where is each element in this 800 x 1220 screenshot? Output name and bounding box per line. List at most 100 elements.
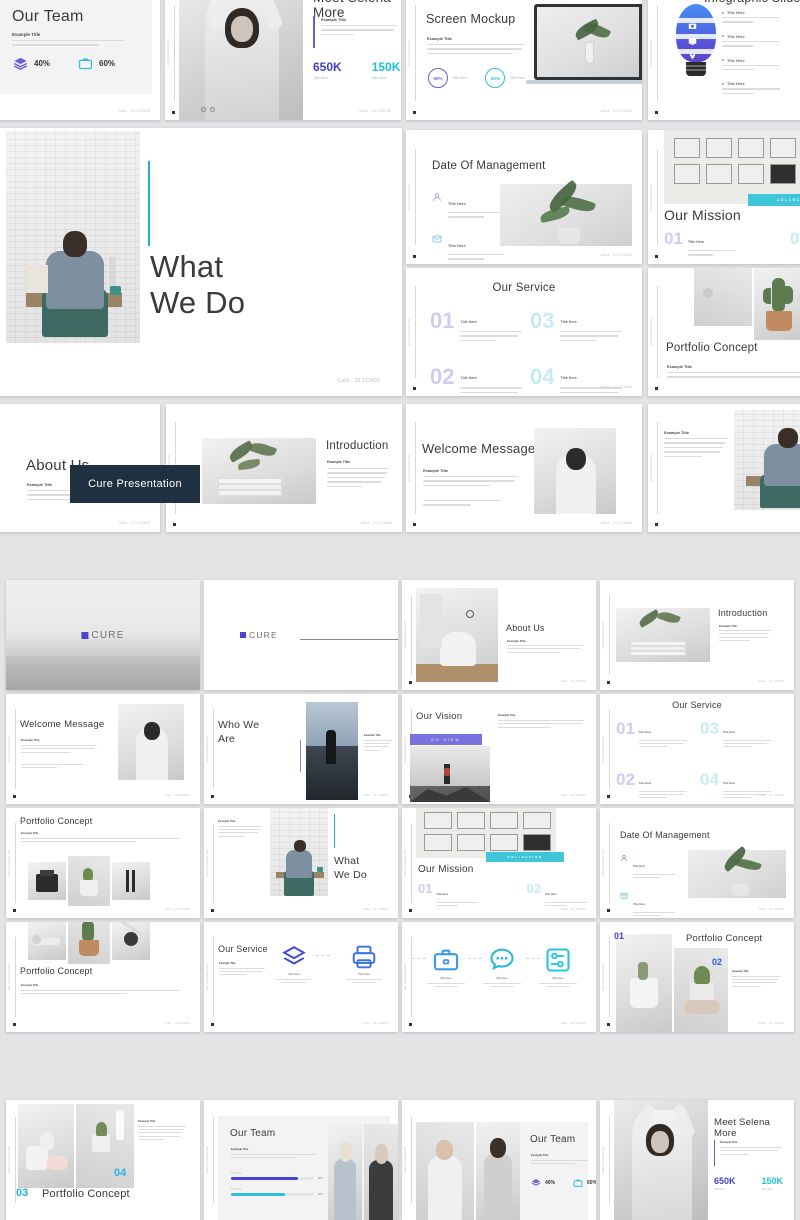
slide-subtitle: Example Title [21,832,39,835]
slide-subtitle: Example Title [719,624,737,628]
progress-bars: Title Here 80% Title Here 65% [231,1172,323,1196]
slide-footer: Calls - 22 123456 [600,521,632,525]
slide-welcome-message-top[interactable]: www.yourdomain.com Welcome Message Examp… [406,404,642,532]
slide-subtitle: Example Title [321,17,347,22]
slide-meet-selena-more[interactable]: www.yourdomain.com Meet Selena More Exam… [165,0,401,120]
stat-value: 40% [545,1180,556,1186]
slide-who-we-are[interactable]: www.yourdomain.com Who We Are Example Ti… [204,694,398,804]
slide-title-line1: What [150,249,224,284]
side-note: www.yourdomain.com [8,735,11,763]
slide-our-team[interactable]: Our Team Example Title 40% 60% Calls - 2… [0,0,160,120]
slide-subtitle: Example Title [27,482,53,487]
bottom-showcase-section: www.yourdomain.com 03 04 Portfolio Conce… [0,1080,800,1220]
slide-footer: Calls - 22 123456 [118,521,150,525]
slide-our-service[interactable]: www.yourdomain.com Our Service 01 Title H… [406,268,642,396]
go-view-button[interactable]: GO VIEW [410,734,482,745]
slide-infographic[interactable]: www.yourdomain.com Infographic Slide [648,0,800,120]
slide-footer: Calls - 22 123456 [164,793,190,797]
number: 02 [616,769,635,789]
number-label: Title Here [722,731,736,734]
infographic-items: Title Here Title Here Title Here Title H… [722,10,780,97]
number: 03 [16,1187,29,1199]
number: 04 [114,1167,127,1179]
number-label: Title Here [544,893,557,896]
item-label: Title Here [727,81,745,87]
slide-portfolio-concept-0102[interactable]: www.yourdomain.com 01 02 Portfolio Conce… [600,922,794,1032]
side-note: www.yourdomain.com [408,454,411,482]
slide-title: About Us [506,623,545,633]
slide-meet-selena-more-bottom[interactable]: www.yourdomain.com Meet Selena More Exam… [600,1100,794,1220]
slide-title: Our Mission [664,207,741,223]
slide-footer: Calls - 22 123456 [164,907,190,911]
number: 03 [530,308,555,333]
overlay-badge: Cure Presentation [70,465,200,503]
stat-value: 150K [371,60,401,74]
number: 02 [789,229,800,248]
slide-cover[interactable]: CURE [6,580,200,690]
slide-introduction-top[interactable]: www.yourdomain.com Introduction Example … [166,404,402,532]
slide-our-mission-grid[interactable]: www.yourdomain.com COLLECTION Our Missio… [402,808,596,918]
number-label: Title Here [638,781,652,785]
slide-date-of-management-grid[interactable]: www.yourdomain.com Date Of Management Ti… [600,808,794,918]
slide-footer: Calls - 22 123456 [164,1021,190,1025]
item-label: Title Here [288,973,300,976]
slide-about-us[interactable]: www.yourdomain.com About Us Example Titl… [402,580,596,690]
ring-label: Title Here [452,76,468,80]
service-item: Title Here [479,946,525,987]
slide-our-service-numbers[interactable]: www.yourdomain.com Our Service 01 Title H… [600,694,794,804]
slide-portfolio-concept-bottom[interactable]: www.yourdomain.com Portfolio Concept Exa… [6,922,200,1032]
info-rows: Title Here Title Here [432,192,504,263]
slide-our-team-bars[interactable]: www.yourdomain.com Our Team Example Titl… [204,1100,398,1220]
slide-footer: Calls - 22 123456 [362,793,388,797]
body-copy [12,40,124,49]
slide-our-team-stats[interactable]: www.yourdomain.com Our Team Example Titl… [402,1100,596,1220]
slide-title: Our Team [12,8,84,25]
bulb-infographic [674,4,718,84]
slide-title: Our Team [530,1134,576,1145]
slide-subtitle: Example Title [498,714,516,717]
item-label: Title Here [727,33,745,39]
slide-title-line2: We Do [334,869,367,881]
slide-what-we-do-grid[interactable]: www.yourdomain.com Example Title What We… [204,808,398,918]
side-note: www.yourdomain.com [206,849,209,877]
side-note: www.yourdomain.com [650,454,653,482]
side-note: www.yourdomain.com [404,735,407,763]
number-label: Title Here [560,320,577,324]
number: 04 [700,769,719,789]
slide-portfolio-concept-0304[interactable]: www.yourdomain.com 03 04 Portfolio Conce… [6,1100,200,1220]
slide-our-service-icons2[interactable]: www.yourdomain.com Our Service Example T… [204,922,398,1032]
slide-title: Our Mission [418,864,474,875]
slide-title: Portfolio Concept [20,966,93,976]
slide-title-logo[interactable]: CURE [204,580,398,690]
slide-date-of-management[interactable]: www.yourdomain.com Date Of Management Ti… [406,130,642,264]
slide-welcome-message[interactable]: www.yourdomain.com Welcome Message Examp… [6,694,200,804]
side-note: www.yourdomain.com [602,621,605,649]
slide-footer: Calls - 22 123456 [359,109,391,113]
slide-our-service-icons3[interactable]: www.yourdomain.com Title Here Title Here [402,922,596,1032]
slide-what-we-do[interactable]: What We Do Calls - 22 123456 [0,128,402,396]
numbers-row: 01 Title Here 02 Title Here [664,230,800,259]
slide-title-line1: What [334,855,360,867]
slide-portfolio-concept-3up[interactable]: www.yourdomain.com Portfolio Concept Exa… [6,808,200,918]
body-copy [427,44,525,57]
laptop-base [526,80,642,84]
layers-icon [531,1179,541,1186]
slide-introduction[interactable]: www.yourdomain.com Introduction Example … [600,580,794,690]
service-item: Title Here [274,944,314,983]
photo-woman [534,428,616,514]
stats-row: 650K Title Here 150K Title Here [313,60,400,80]
slide-our-vision[interactable]: www.yourdomain.com Our Vision GO VIEW Ex… [402,694,596,804]
slide-title: Welcome Message [20,719,105,730]
slide-portfolio-concept-top[interactable]: www.yourdomain.com Portfolio Concept Exa… [648,268,800,396]
slide-title: Date Of Management [620,830,710,840]
service-item: Title Here [535,946,581,987]
slide-title: Infographic Slide [704,0,800,5]
slide-subtitle: Example Title [664,430,690,435]
numbers-grid: 01 Title Here 03 Title Here 02 Title Here 0… [430,308,630,396]
slide-footer: Calls - 22 123456 [758,1021,784,1025]
briefcase-icon [78,58,93,70]
stat-value: 650K [714,1176,736,1186]
slide-text-photo-top[interactable]: www.yourdomain.com Example Title [648,404,800,532]
slide-our-mission[interactable]: www.yourdomain.com COLLECTION Our Missio… [648,130,800,264]
slide-screen-mockup[interactable]: www.yourdomain.com Screen Mockup Example… [406,0,642,120]
